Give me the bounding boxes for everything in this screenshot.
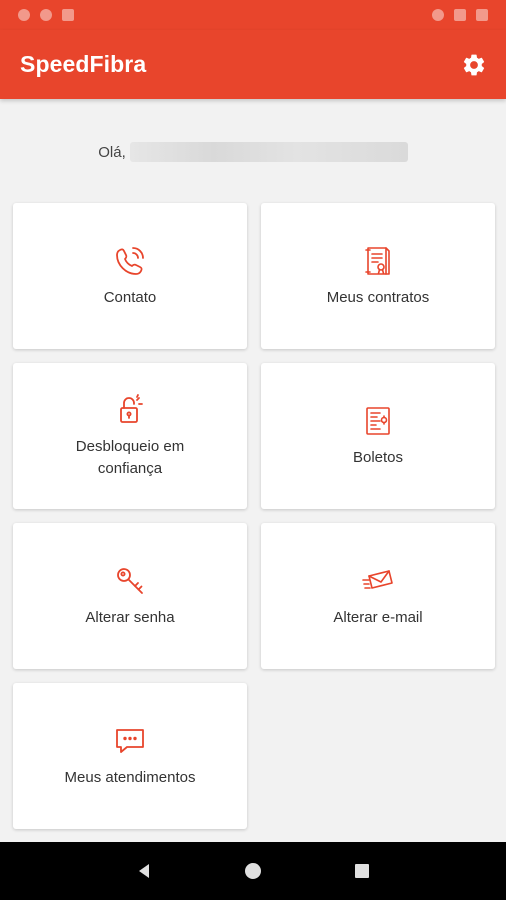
card-label: Meus atendimentos xyxy=(64,769,196,786)
invoice-icon xyxy=(360,403,396,439)
card-contato[interactable]: Contato xyxy=(13,203,247,349)
gear-icon xyxy=(463,54,485,75)
card-meus-contratos[interactable]: Meus contratos xyxy=(261,203,495,349)
app-title: SpeedFibra xyxy=(20,51,147,77)
card-label: Alterar senha xyxy=(85,609,175,626)
card-label: Contato xyxy=(103,289,157,306)
card-alterar-email[interactable]: Alterar e-mail xyxy=(261,523,495,669)
card-label: Boletos xyxy=(352,449,404,466)
card-desbloqueio-em-confianca[interactable]: Desbloqueio em confiança xyxy=(13,363,247,509)
notification-icon xyxy=(62,9,74,21)
greeting-prefix: Olá, xyxy=(98,143,126,161)
system-nav-bar xyxy=(0,842,506,900)
back-button[interactable] xyxy=(129,856,159,886)
status-system xyxy=(432,9,488,21)
wifi-icon xyxy=(432,9,444,21)
envelope-icon xyxy=(360,563,396,599)
unlock-icon xyxy=(112,392,148,428)
card-label: Alterar e-mail xyxy=(333,609,423,626)
key-icon xyxy=(112,563,148,599)
notification-icon xyxy=(40,9,52,21)
home-icon xyxy=(244,863,261,879)
card-boletos[interactable]: Boletos xyxy=(261,363,495,509)
recents-button[interactable] xyxy=(347,856,377,886)
home-button[interactable] xyxy=(238,856,268,886)
card-label: Meus contratos xyxy=(326,289,430,306)
notification-icon xyxy=(18,9,30,21)
settings-button[interactable] xyxy=(458,49,490,81)
phone-icon xyxy=(112,243,148,279)
signal-icon xyxy=(454,9,466,21)
back-icon xyxy=(139,864,150,878)
status-notifications xyxy=(18,9,74,21)
recents-icon xyxy=(354,864,369,878)
user-name-redacted xyxy=(129,142,408,162)
card-label: Desbloqueio em confiança xyxy=(75,438,185,477)
contract-icon xyxy=(360,243,396,279)
chat-icon xyxy=(112,723,148,759)
greeting: Olá, xyxy=(0,138,506,166)
card-alterar-senha[interactable]: Alterar senha xyxy=(13,523,247,669)
card-meus-atendimentos[interactable]: Meus atendimentos xyxy=(13,683,247,829)
status-bar xyxy=(0,0,506,30)
battery-icon xyxy=(476,9,488,21)
app-bar: SpeedFibra xyxy=(0,30,506,99)
